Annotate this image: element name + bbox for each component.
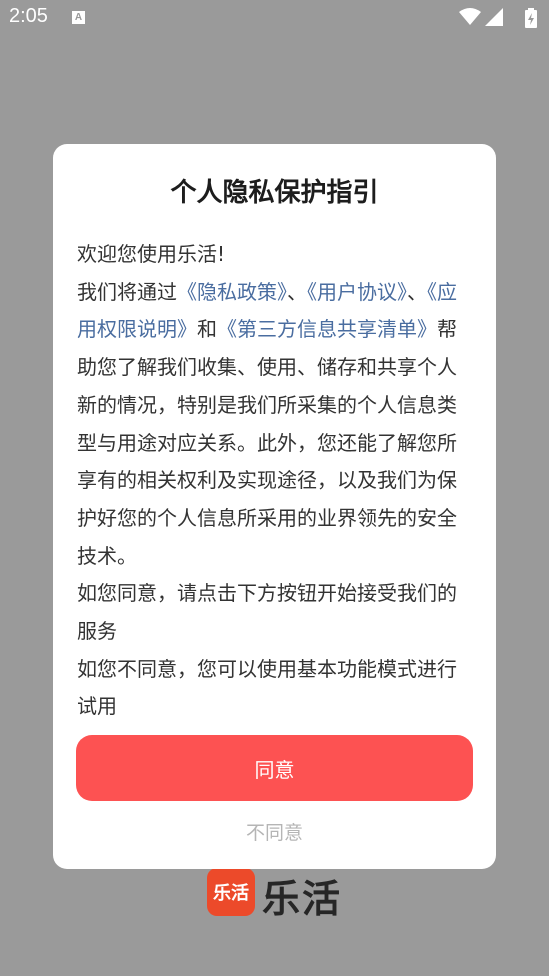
app-name: 乐活 <box>262 877 343 921</box>
agree-note: 如您同意，请点击下方按钮开始接受我们的服务 <box>77 581 457 644</box>
welcome-text: 欢迎您使用乐活! <box>77 242 226 266</box>
disagree-note: 如您不同意，您可以使用基本功能模式进行试用 <box>77 656 457 719</box>
third-party-sharing-link[interactable]: 《第三方信息共享清单》 <box>217 317 437 341</box>
intro-paragraph: 我们将通过《隐私政策》、《用户协议》、《应用权限说明》和《第三方信息共享清单》帮… <box>77 274 473 576</box>
app-logo-text: 乐活 <box>213 883 249 904</box>
privacy-policy-link[interactable]: 《隐私政策》 <box>177 280 287 304</box>
intro-prefix: 我们将通过 <box>77 279 177 304</box>
app-logo-icon: 乐活 <box>207 868 255 916</box>
dialog-body: 欢迎您使用乐活! 我们将通过《隐私政策》、《用户协议》、《应用权限说明》和《第三… <box>77 236 473 726</box>
status-time: 2:05 <box>9 5 48 27</box>
separator: 、 <box>407 279 427 304</box>
user-agreement-link[interactable]: 《用户协议》 <box>307 280 407 304</box>
wifi-icon <box>459 8 481 25</box>
intro-suffix: 帮助您了解我们收集、使用、储存和共享个人新的情况，特别是我们所采集的个人信息类型… <box>77 317 457 568</box>
agree-button[interactable]: 同意 <box>76 735 473 801</box>
dialog-title: 个人隐私保护指引 <box>170 178 379 208</box>
disagree-button[interactable]: 不同意 <box>53 818 496 845</box>
battery-icon <box>525 8 537 28</box>
status-bar: 2:05 A <box>0 0 549 36</box>
privacy-dialog: 个人隐私保护指引 欢迎您使用乐活! 我们将通过《隐私政策》、《用户协议》、《应用… <box>53 144 496 869</box>
separator: 和 <box>197 317 217 342</box>
signal-icon <box>485 8 503 26</box>
notification-a-icon: A <box>72 11 85 24</box>
separator: 、 <box>287 279 307 304</box>
